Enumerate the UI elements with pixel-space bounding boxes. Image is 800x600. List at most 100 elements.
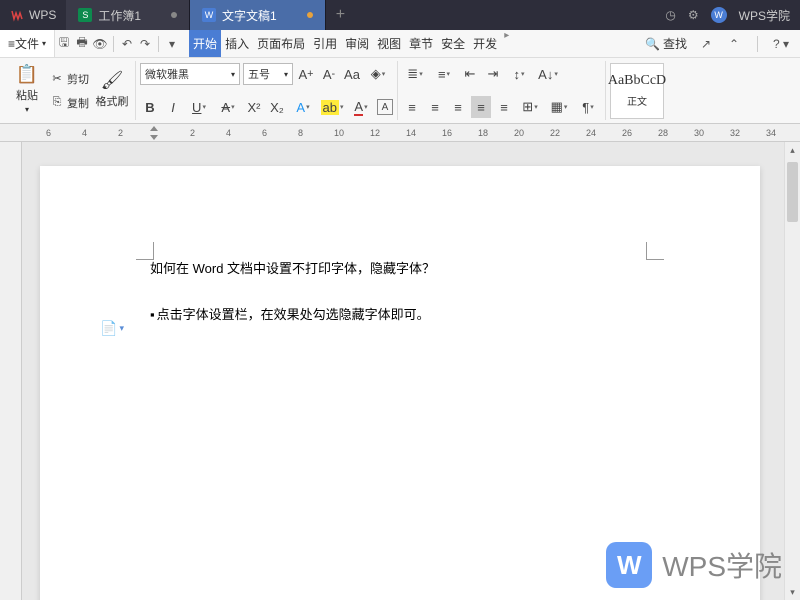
wps-logo-icon: W [606,542,652,588]
margin-corner [646,242,664,260]
wps-logo[interactable]: WPS [0,0,66,30]
share-icon[interactable]: ↗ [697,37,715,51]
dropdown-icon[interactable]: ▾ [163,37,181,51]
style-normal[interactable]: AaBbCcD 正文 [610,63,664,119]
scissors-icon: ✂ [50,72,64,85]
gift-icon[interactable]: ⚙ [688,8,699,22]
underline-icon[interactable]: U▾ [186,96,212,118]
tab-view[interactable]: 视图 [373,30,405,57]
academy-link[interactable]: WPS学院 [739,7,790,24]
highlight-icon[interactable]: ab▾ [319,96,345,118]
align-right-icon[interactable]: ≡ [448,96,468,118]
scroll-up-icon[interactable]: ▴ [785,142,800,158]
brush-icon: 🖌 [101,70,124,91]
scroll-thumb[interactable] [787,162,798,222]
align-left-icon[interactable]: ≡ [402,96,422,118]
text-effect-icon[interactable]: A▾ [290,96,316,118]
ribbon-tabs: 开始 插入 页面布局 引用 审阅 视图 章节 安全 开发 ▸ [189,30,512,57]
numbering-icon[interactable]: ≡▾ [431,63,457,85]
save-icon[interactable]: 🖫 [55,33,73,54]
align-justify-icon[interactable]: ≡ [471,96,491,118]
titlebar: WPS S 工作簿1 W 文字文稿1 + ◷ ⚙ W WPS学院 [0,0,800,30]
separator [158,36,159,52]
vertical-scrollbar[interactable]: ▴ ▾ [784,142,800,600]
copy-button[interactable]: ⎘复制 [46,93,93,113]
indent-marker[interactable] [148,124,160,142]
tabs-more-icon[interactable]: ▸ [501,30,512,57]
cut-button[interactable]: ✂剪切 [46,69,93,89]
margin-corner [136,242,154,260]
change-case-icon[interactable]: Aa [342,63,362,85]
bold-icon[interactable]: B [140,96,160,118]
borders-icon[interactable]: ⊞▾ [517,96,543,118]
paragraph-handle-icon[interactable]: 📄▾ [100,320,124,337]
tab-section[interactable]: 章节 [405,30,437,57]
search-button[interactable]: 🔍 查找 [645,35,687,52]
redo-icon[interactable]: ↷ [136,37,154,51]
tab-document-active[interactable]: W 文字文稿1 [190,0,326,30]
separator [113,36,114,52]
decrease-indent-icon[interactable]: ⇤ [460,63,480,85]
size-selector[interactable]: 五号▾ [243,63,293,85]
increase-indent-icon[interactable]: ⇥ [483,63,503,85]
document-area: 📄▾ 如何在 Word 文档中设置不打印字体，隐藏字体？ ▪点击字体设置栏，在效… [0,142,800,600]
file-menu[interactable]: ≡ 文件 ▾ [0,30,55,57]
clear-format-icon[interactable]: ◈▾ [365,63,391,85]
line-spacing-icon[interactable]: ↕▾ [506,63,532,85]
copy-icon: ⎘ [50,96,64,109]
doc-icon: W [202,8,216,22]
paste-button[interactable]: 📋 粘贴 ▾ [8,61,46,117]
tab-security[interactable]: 安全 [437,30,469,57]
subscript-icon[interactable]: X₂ [267,96,287,118]
font-color-icon[interactable]: A▾ [348,96,374,118]
tab-insert[interactable]: 插入 [221,30,253,57]
shading-icon[interactable]: ▦▾ [546,96,572,118]
tab-review[interactable]: 审阅 [341,30,373,57]
font-selector[interactable]: 微软雅黑▾ [140,63,240,85]
shrink-font-icon[interactable]: A- [319,63,339,85]
strikethrough-icon[interactable]: A▾ [215,96,241,118]
user-avatar[interactable]: W [711,7,727,23]
horizontal-ruler[interactable]: 6 4 2 2 4 6 8 10 12 14 16 18 20 22 24 26… [0,124,800,142]
scroll-down-icon[interactable]: ▾ [785,584,800,600]
compass-icon[interactable]: ◷ [665,8,675,22]
format-painter-button[interactable]: 🖌 格式刷 [93,61,131,117]
para-marks-icon[interactable]: ¶▾ [575,96,601,118]
clipboard-icon: 📋 [16,64,38,85]
help-icon[interactable]: ? ▾ [772,37,790,51]
char-border-icon[interactable]: A [377,99,393,115]
tab-workbook[interactable]: S 工作簿1 [66,0,190,30]
chevron-down-icon: ▾ [25,105,29,114]
italic-icon[interactable]: I [163,96,183,118]
paragraph[interactable]: ▪点击字体设置栏，在效果处勾选隐藏字体即可。 [150,302,650,328]
align-center-icon[interactable]: ≡ [425,96,445,118]
tab-references[interactable]: 引用 [309,30,341,57]
tab-status-dot [171,12,177,18]
bullet-icon: ▪ [150,307,155,322]
collapse-icon[interactable]: ⌃ [725,37,743,51]
tab-home[interactable]: 开始 [189,30,221,57]
paragraph[interactable]: 如何在 Word 文档中设置不打印字体，隐藏字体？ [150,256,650,282]
tab-label: 工作簿1 [98,7,141,24]
preview-icon[interactable]: 👁 [91,37,109,51]
menubar: ≡ 文件 ▾ 🖫 🖶 👁 ↶ ↷ ▾ 开始 插入 页面布局 引用 审阅 视图 章… [0,30,800,58]
undo-icon[interactable]: ↶ [118,37,136,51]
distribute-icon[interactable]: ≡ [494,96,514,118]
tab-layout[interactable]: 页面布局 [253,30,309,57]
text-direction-icon[interactable]: A↓▾ [535,63,561,85]
grow-font-icon[interactable]: A+ [296,63,316,85]
tab-modified-dot [307,12,313,18]
document-page[interactable]: 📄▾ 如何在 Word 文档中设置不打印字体，隐藏字体？ ▪点击字体设置栏，在效… [40,166,760,600]
new-tab-button[interactable]: + [326,6,355,24]
tab-dev[interactable]: 开发 [469,30,501,57]
ribbon: 📋 粘贴 ▾ ✂剪切 ⎘复制 🖌 格式刷 微软雅黑▾ 五号▾ A+ A- Aa … [0,58,800,124]
separator [757,36,758,52]
vertical-ruler[interactable] [0,142,22,600]
watermark: W WPS学院 [606,542,782,588]
app-name: WPS [29,8,56,22]
tab-label: 文字文稿1 [222,7,277,24]
bullets-icon[interactable]: ≣▾ [402,63,428,85]
superscript-icon[interactable]: X² [244,96,264,118]
print-icon[interactable]: 🖶 [73,33,91,54]
sheet-icon: S [78,8,92,22]
